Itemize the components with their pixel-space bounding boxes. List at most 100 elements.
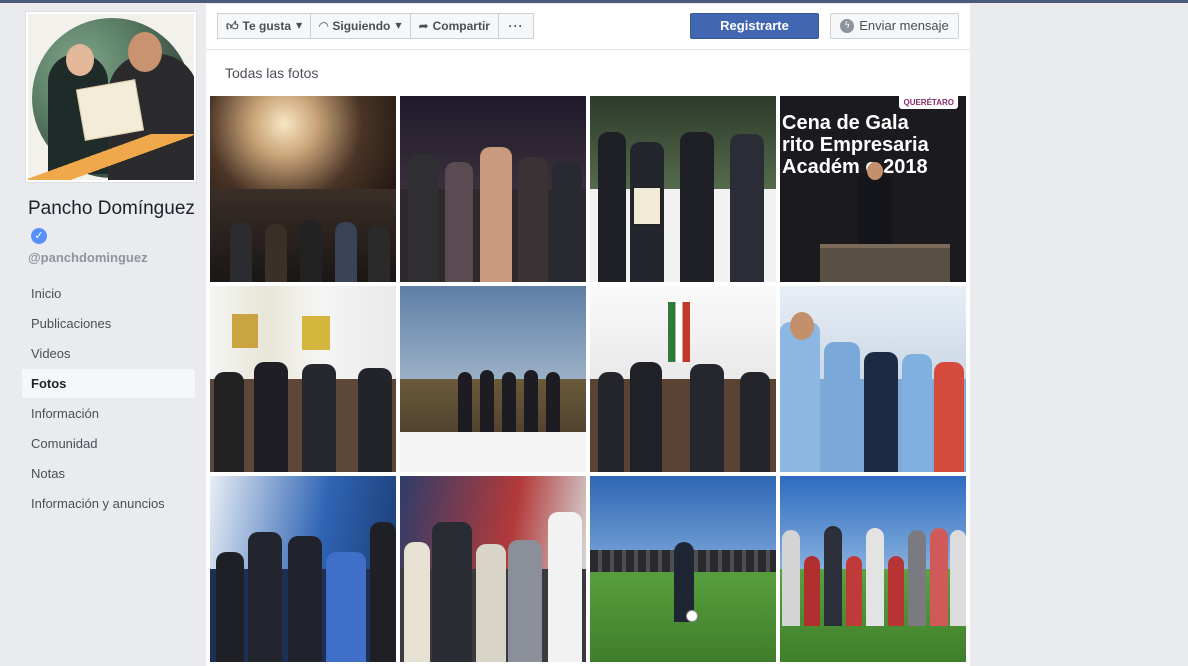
nav-item-informacion-anuncios[interactable]: Información y anuncios — [22, 489, 200, 518]
gala-banner-line: rito Empresaria — [782, 134, 929, 156]
photo-jersey — [326, 552, 366, 662]
photo-person — [302, 364, 336, 472]
photo-thumbnail[interactable] — [210, 286, 396, 472]
like-button-label: Te gusta — [242, 19, 291, 33]
photo-person — [824, 526, 842, 626]
photo-person — [950, 530, 966, 626]
profile-name-text: Pancho Domínguez — [28, 198, 195, 219]
photo-player — [934, 362, 964, 472]
photo-podium — [820, 244, 950, 282]
photo-person — [524, 370, 538, 432]
thumbs-up-icon: 👍︎ — [226, 19, 239, 33]
left-column: Pancho Domínguez ✓ @panchdominguez Inicio… — [22, 12, 200, 518]
photo-person — [502, 372, 516, 432]
share-arrow-icon: ➦ — [418, 19, 429, 33]
chevron-down-icon: ▼ — [296, 21, 303, 30]
photo-person — [254, 362, 288, 472]
photo-person — [690, 364, 724, 472]
photo-thumbnail[interactable] — [590, 476, 776, 662]
photo-person — [358, 368, 392, 472]
nav-item-notas[interactable]: Notas — [22, 459, 200, 488]
profile-picture[interactable] — [26, 12, 196, 182]
more-options-button[interactable]: ··· — [497, 13, 534, 39]
photo-player — [902, 354, 932, 472]
photo-person — [432, 522, 472, 662]
photo-thumbnail[interactable] — [590, 286, 776, 472]
photo-ball — [686, 610, 698, 622]
nav-item-comunidad[interactable]: Comunidad — [22, 429, 200, 458]
photo-seal — [302, 316, 330, 350]
page-title[interactable]: Pancho Domínguez ✓ — [28, 196, 200, 248]
photo-person — [476, 544, 506, 662]
photo-person — [404, 542, 430, 662]
photo-person — [866, 528, 884, 626]
chevron-down-icon: ▼ — [395, 21, 402, 30]
photo-thumbnail[interactable] — [210, 96, 396, 282]
photo-person — [730, 134, 764, 282]
nav-item-publicaciones[interactable]: Publicaciones — [22, 309, 200, 338]
profile-picture-man-face — [128, 32, 162, 72]
photo-thumbnail[interactable] — [400, 96, 586, 282]
photo-speaker-face — [867, 162, 883, 180]
photo-thumbnail[interactable]: Cena de Gala rito Empresaria Académ o 20… — [780, 96, 966, 282]
photo-player-face — [790, 312, 814, 340]
photo-person — [335, 222, 357, 282]
register-button[interactable]: Registrarte — [690, 13, 819, 39]
main-panel: 👍︎ Te gusta ▼ ◠ Siguiendo ▼ ➦ Compartir … — [206, 4, 970, 666]
following-button-label: Siguiendo — [332, 19, 391, 33]
photo-child — [888, 556, 904, 626]
photo-person — [445, 162, 473, 282]
nav-item-inicio[interactable]: Inicio — [22, 279, 200, 308]
photo-thumbnail[interactable] — [780, 476, 966, 662]
photo-person — [288, 536, 322, 662]
photo-person — [598, 372, 624, 472]
action-bar: 👍︎ Te gusta ▼ ◠ Siguiendo ▼ ➦ Compartir … — [206, 4, 970, 50]
photo-person — [214, 372, 244, 472]
photo-thumbnail[interactable] — [400, 476, 586, 662]
photo-person — [680, 132, 714, 282]
like-button[interactable]: 👍︎ Te gusta ▼ — [217, 13, 312, 39]
nav-item-fotos[interactable]: Fotos — [22, 369, 195, 398]
photo-person — [300, 220, 322, 282]
nav-item-videos[interactable]: Videos — [22, 339, 200, 368]
photo-person — [546, 372, 560, 432]
photo-player — [780, 322, 820, 472]
profile-picture-document — [75, 79, 145, 141]
nav-item-informacion[interactable]: Información — [22, 399, 200, 428]
photo-person — [368, 226, 390, 282]
photo-seal — [232, 314, 258, 348]
photo-person — [740, 372, 770, 472]
photo-certificate — [632, 186, 662, 226]
photo-person — [370, 522, 396, 662]
photo-fireworks — [210, 96, 396, 189]
send-message-button[interactable]: ϟ Enviar mensaje — [830, 13, 959, 39]
gala-tag: QUERÉTARO — [899, 96, 958, 109]
photo-thumbnail[interactable] — [590, 96, 776, 282]
page-action-buttons: 👍︎ Te gusta ▼ ◠ Siguiendo ▼ ➦ Compartir … — [217, 13, 534, 39]
photo-child — [804, 556, 820, 626]
photo-person — [480, 147, 512, 282]
gala-banner-line: Cena de Gala — [782, 112, 909, 134]
following-button[interactable]: ◠ Siguiendo ▼ — [310, 13, 411, 39]
photo-player — [864, 352, 898, 472]
photo-person — [908, 530, 926, 626]
photo-person — [248, 532, 282, 662]
profile-username[interactable]: @panchdominguez — [28, 250, 200, 265]
photo-thumbnail[interactable] — [400, 286, 586, 472]
share-button[interactable]: ➦ Compartir — [409, 13, 499, 39]
photo-person — [216, 552, 244, 662]
top-bar-edge — [0, 0, 1188, 3]
photo-person — [630, 362, 662, 472]
profile-picture-child-face — [66, 44, 94, 76]
photo-person — [458, 372, 472, 432]
photo-person — [265, 224, 287, 282]
rss-icon: ◠ — [319, 19, 329, 33]
photo-thumbnail[interactable] — [210, 476, 396, 662]
page-nav: Inicio Publicaciones Videos Fotos Inform… — [22, 279, 200, 518]
photo-grid: Cena de Gala rito Empresaria Académ o 20… — [210, 96, 966, 662]
photo-person — [518, 157, 548, 282]
photo-person — [598, 132, 626, 282]
photo-thumbnail[interactable] — [780, 286, 966, 472]
photo-person — [552, 162, 582, 282]
messenger-icon: ϟ — [840, 19, 855, 33]
